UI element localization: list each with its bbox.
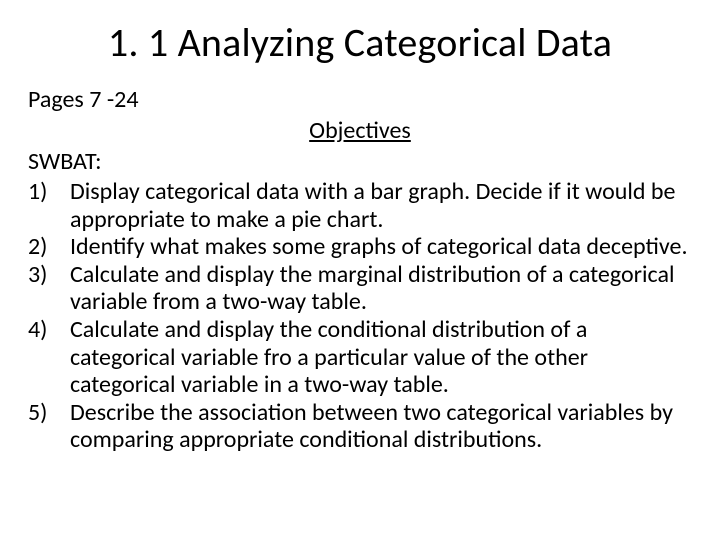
objectives-list: Display categorical data with a bar grap… <box>28 178 692 454</box>
list-item: Calculate and display the conditional di… <box>28 316 692 399</box>
slide-title: 1. 1 Analyzing Categorical Data <box>28 18 692 67</box>
swbat-label: SWBAT: <box>28 147 692 176</box>
list-item: Display categorical data with a bar grap… <box>28 178 692 233</box>
list-item: Calculate and display the marginal distr… <box>28 261 692 316</box>
list-item: Describe the association between two cat… <box>28 399 692 454</box>
list-item: Identify what makes some graphs of categ… <box>28 233 692 261</box>
pages-range: Pages 7 -24 <box>28 85 692 114</box>
objectives-heading: Objectives <box>28 116 692 145</box>
